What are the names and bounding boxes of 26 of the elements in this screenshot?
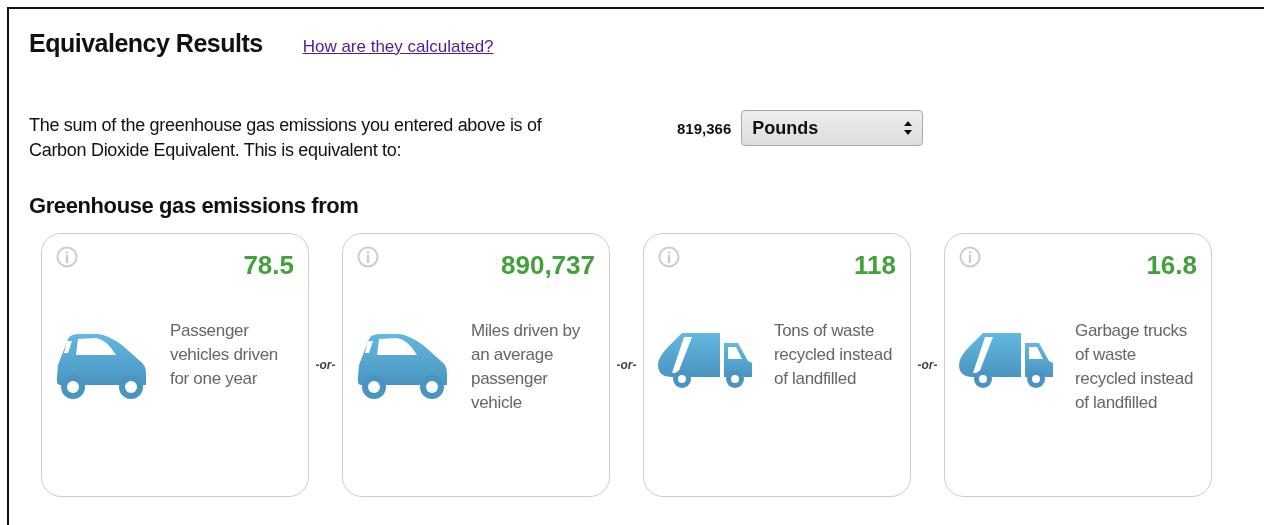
car-icon (56, 333, 148, 401)
equivalent-description: Miles driven by an average passenger vehicle (471, 320, 581, 414)
equivalent-value: 890,737 (501, 250, 595, 281)
info-icon[interactable] (658, 246, 680, 268)
info-icon[interactable] (357, 246, 379, 268)
summary-text: The sum of the greenhouse gas emissions you entered above is of Carbon Dioxide Equivalent. This is equivalent to: (29, 114, 543, 162)
separator-text: -or- (314, 358, 337, 372)
section-heading: Equivalency Results (29, 29, 263, 58)
up-down-icon (904, 121, 913, 135)
info-icon[interactable] (959, 246, 981, 268)
equivalent-value: 118 (854, 250, 896, 281)
truck-icon (658, 333, 752, 389)
help-link[interactable]: How are they calculated? (302, 37, 494, 57)
subheading: Greenhouse gas emissions from (29, 193, 360, 219)
equivalent-value: 78.5 (243, 250, 294, 281)
equivalent-value: 16.8 (1146, 250, 1197, 281)
separator-text: -or- (615, 358, 638, 372)
equivalent-description: Tons of waste recycled instead of landfilled (774, 320, 894, 390)
equivalent-description: Garbage trucks of waste recycled instead of landfilled (1075, 320, 1195, 414)
unit-dropdown[interactable]: Pounds (741, 110, 924, 146)
truck-icon (959, 333, 1053, 389)
total-value: 819,366 (677, 119, 732, 137)
separator-text: -or- (916, 358, 939, 372)
info-icon[interactable] (56, 246, 78, 268)
car-icon (357, 333, 449, 401)
equivalent-description: Passenger vehicles driven for one year (170, 320, 279, 390)
